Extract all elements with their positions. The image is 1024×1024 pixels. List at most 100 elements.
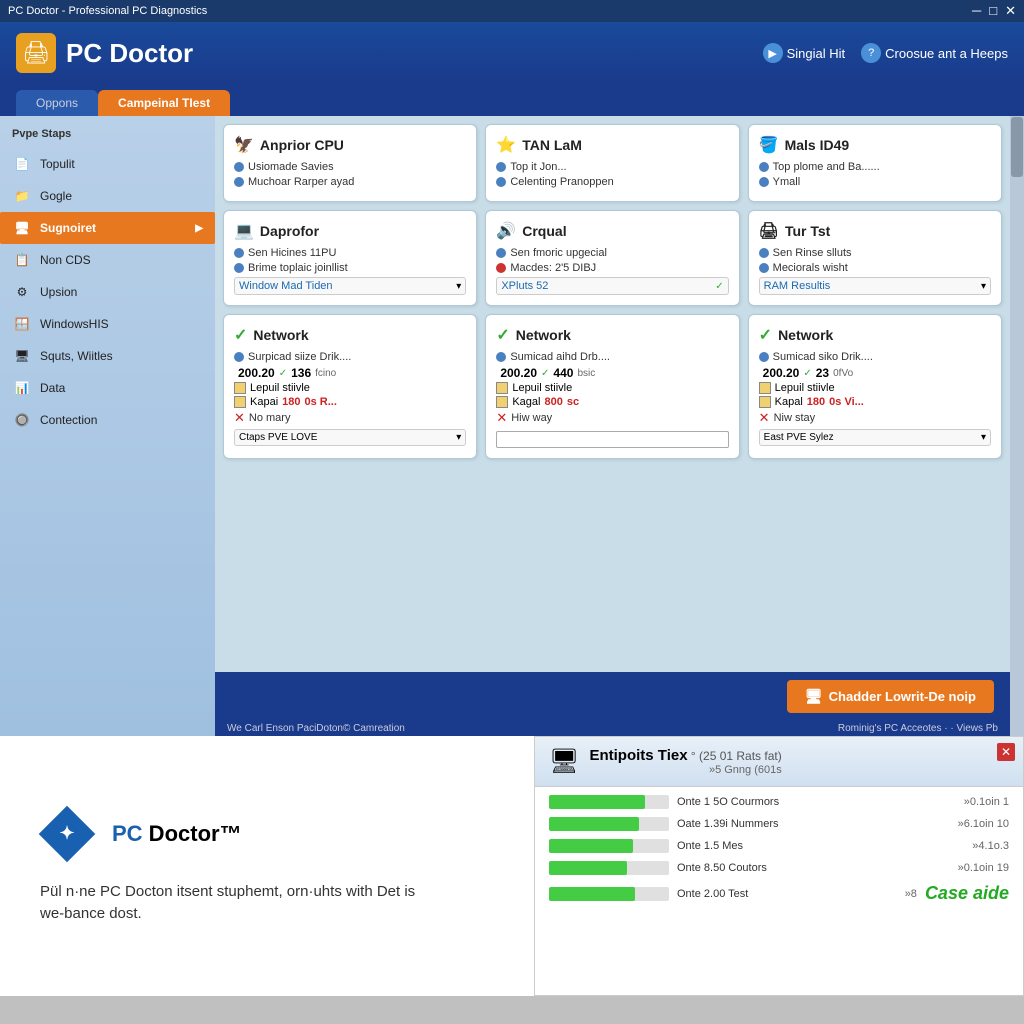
sidebar-item-sugnoiret[interactable]: 🖥 Sugnoiret ▶ bbox=[0, 212, 215, 244]
sidebar-item-squts[interactable]: 🖥 Squts, Wiitles bbox=[0, 340, 215, 372]
panel-title-group: Entipoits Tiex ° (25 01 Rats fat) »5 Gnn… bbox=[589, 747, 781, 776]
singial-hit-icon: ▶ bbox=[763, 43, 783, 63]
chevron-down-icon: ▾ bbox=[456, 281, 461, 292]
check-icon-3: ✓ bbox=[759, 325, 772, 345]
checkbox-5[interactable] bbox=[759, 382, 771, 394]
metric-row-2: 200.20 ✓ 440 bsic bbox=[496, 366, 728, 380]
lower-section: ✦ PC Doctor™ Pül n·ne PC Docton itsent s… bbox=[0, 736, 1024, 996]
checkbox-6[interactable] bbox=[759, 396, 771, 408]
check-icon-2: ✓ bbox=[496, 325, 509, 345]
window-mad-tiden-dropdown[interactable]: Window Mad Tiden ▾ bbox=[234, 277, 466, 295]
checkbox-2[interactable] bbox=[234, 396, 246, 408]
card-title-4: 💻 Daprofor bbox=[234, 221, 466, 241]
scroll-thumb[interactable] bbox=[1011, 117, 1023, 177]
network2-input[interactable] bbox=[496, 431, 728, 448]
network3-title: ✓ Network bbox=[759, 325, 991, 345]
check-small: ✓ bbox=[279, 368, 287, 379]
turtst-icon: 🖨 bbox=[759, 221, 779, 241]
card-row: Sen Rinse slluts bbox=[759, 247, 991, 259]
lower-logo-text: PC Doctor™ bbox=[112, 821, 242, 847]
check-green-icon: ✓ bbox=[715, 281, 723, 292]
east-pve-dropdown[interactable]: East PVE Sylez ▾ bbox=[759, 429, 991, 446]
card-daprofor: 💻 Daprofor Sen Hicines 11PU Brime toplai… bbox=[223, 210, 477, 306]
ram-resultis-dropdown[interactable]: RAM Resultis ▾ bbox=[759, 277, 991, 295]
dot-icon bbox=[234, 162, 244, 172]
dot-icon bbox=[496, 248, 506, 258]
status-left: We Carl Enson PaciDoton© Camreation bbox=[227, 723, 405, 734]
tab-oppons[interactable]: Oppons bbox=[16, 90, 98, 116]
progress-bar-bg-4 bbox=[549, 887, 669, 901]
x-icon-2: ✕ bbox=[496, 410, 507, 426]
cards-grid: 🦅 Anprior CPU Usiomade Savies Muchoar Ra… bbox=[223, 124, 1002, 459]
squts-icon: 🖥 bbox=[12, 346, 32, 366]
panel-subtitle: »5 Gnng (601s bbox=[589, 764, 781, 776]
card-title-6: 🖨 Tur Tst bbox=[759, 221, 991, 241]
singial-hit-btn[interactable]: ▶ Singial Hit bbox=[763, 43, 846, 63]
minimize-btn[interactable]: ─ bbox=[972, 3, 981, 19]
progress-item-3: Onte 8.50 Coutors »0.1oin 19 bbox=[549, 861, 1009, 875]
noncds-icon: 📋 bbox=[12, 250, 32, 270]
network2-title: ✓ Network bbox=[496, 325, 728, 345]
xpluts-dropdown[interactable]: XPluts 52 ✓ bbox=[496, 277, 728, 295]
card-row: Brime toplaic joinllist bbox=[234, 262, 466, 274]
content-area: 🦅 Anprior CPU Usiomade Savies Muchoar Ra… bbox=[215, 116, 1010, 672]
ctaps-dropdown[interactable]: Ctaps PVE LOVE ▾ bbox=[234, 429, 466, 446]
checkbox-3[interactable] bbox=[496, 382, 508, 394]
panel-header-icon: 🖥 bbox=[549, 747, 579, 776]
lower-right-panel: ✕ 🖥 Entipoits Tiex ° (25 01 Rats fat) »5… bbox=[534, 736, 1024, 996]
sidebar-item-contection[interactable]: 🔘 Contection bbox=[0, 404, 215, 436]
bold-row-1: Kapai 180 0s R... bbox=[234, 396, 466, 408]
card-title-1: 🦅 Anprior CPU bbox=[234, 135, 466, 155]
close-btn[interactable]: ✕ bbox=[1005, 3, 1016, 19]
title-bar-controls[interactable]: ─ □ ✕ bbox=[972, 3, 1016, 19]
progress-bar-fill-1 bbox=[549, 817, 639, 831]
progress-bar-fill-3 bbox=[549, 861, 627, 875]
card-network-1: ✓ Network Surpicad siize Drik.... 200.20… bbox=[223, 314, 477, 459]
active-arrow: ▶ bbox=[195, 223, 203, 234]
card-row: Macdes: 2'5 DIBJ bbox=[496, 262, 728, 274]
chevron-down-icon: ▾ bbox=[456, 432, 461, 443]
progress-list: Onte 1 5O Courmors »0.1oin 1 Oate 1.39i … bbox=[535, 787, 1023, 920]
checkbox-1[interactable] bbox=[234, 382, 246, 394]
sidebar-title: Pvpe Staps bbox=[0, 124, 215, 148]
croosue-btn[interactable]: ? Croosue ant a Heeps bbox=[861, 43, 1008, 63]
sugnoiret-icon: 🖥 bbox=[12, 218, 32, 238]
card-row: Usiomade Savies bbox=[234, 161, 466, 173]
status-bar: We Carl Enson PaciDoton© Camreation Romi… bbox=[215, 721, 1010, 736]
sidebar-item-data[interactable]: 📊 Data bbox=[0, 372, 215, 404]
mals-icon: 🪣 bbox=[759, 135, 779, 155]
title-bar: PC Doctor - Professional PC Diagnostics … bbox=[0, 0, 1024, 22]
anprior-icon: 🦅 bbox=[234, 135, 254, 155]
tanlam-icon: ⭐ bbox=[496, 135, 516, 155]
panel-close-btn[interactable]: ✕ bbox=[997, 743, 1015, 761]
card-row: Surpicad siize Drik.... bbox=[234, 351, 466, 363]
bold-row-2: Kagal 800 sc bbox=[496, 396, 728, 408]
dot-icon bbox=[496, 352, 506, 362]
scroll-track[interactable] bbox=[1010, 116, 1024, 736]
tab-campeinal[interactable]: Campeinal TIest bbox=[98, 90, 230, 116]
x-icon-1: ✕ bbox=[234, 410, 245, 426]
dot-icon bbox=[496, 263, 506, 273]
app-logo: 🖨 PC Doctor bbox=[16, 33, 193, 73]
sidebar-item-upsion[interactable]: ⚙ Upsion bbox=[0, 276, 215, 308]
sidebar-item-windowshis[interactable]: 🪟 WindowsHIS bbox=[0, 308, 215, 340]
sidebar-item-gogle[interactable]: 📁 Gogle bbox=[0, 180, 215, 212]
check-icon-1: ✓ bbox=[234, 325, 247, 345]
sidebar-item-noncds[interactable]: 📋 Non CDS bbox=[0, 244, 215, 276]
dot-icon bbox=[759, 263, 769, 273]
header-right: ▶ Singial Hit ? Croosue ant a Heeps bbox=[763, 43, 1008, 63]
check-small: ✓ bbox=[541, 368, 549, 379]
panel-title: Entipoits Tiex ° (25 01 Rats fat) bbox=[589, 747, 781, 764]
card-mals: 🪣 Mals ID49 Top plome and Ba...... Ymall bbox=[748, 124, 1002, 202]
maximize-btn[interactable]: □ bbox=[989, 3, 997, 19]
progress-bar-bg-0 bbox=[549, 795, 669, 809]
dot-icon bbox=[234, 177, 244, 187]
logo-diamond-text: ✦ bbox=[40, 807, 94, 861]
card-crqual: 🔊 Crqual Sen fmoric upgecial Macdes: 2'5… bbox=[485, 210, 739, 306]
topulit-icon: 📄 bbox=[12, 154, 32, 174]
action-button[interactable]: 🖥 Chadder Lowrit-De noip bbox=[787, 680, 994, 713]
panel-header: 🖥 Entipoits Tiex ° (25 01 Rats fat) »5 G… bbox=[535, 737, 1023, 787]
checkbox-4[interactable] bbox=[496, 396, 508, 408]
sidebar-item-topulit[interactable]: 📄 Topulit bbox=[0, 148, 215, 180]
card-row: Meciorals wisht bbox=[759, 262, 991, 274]
